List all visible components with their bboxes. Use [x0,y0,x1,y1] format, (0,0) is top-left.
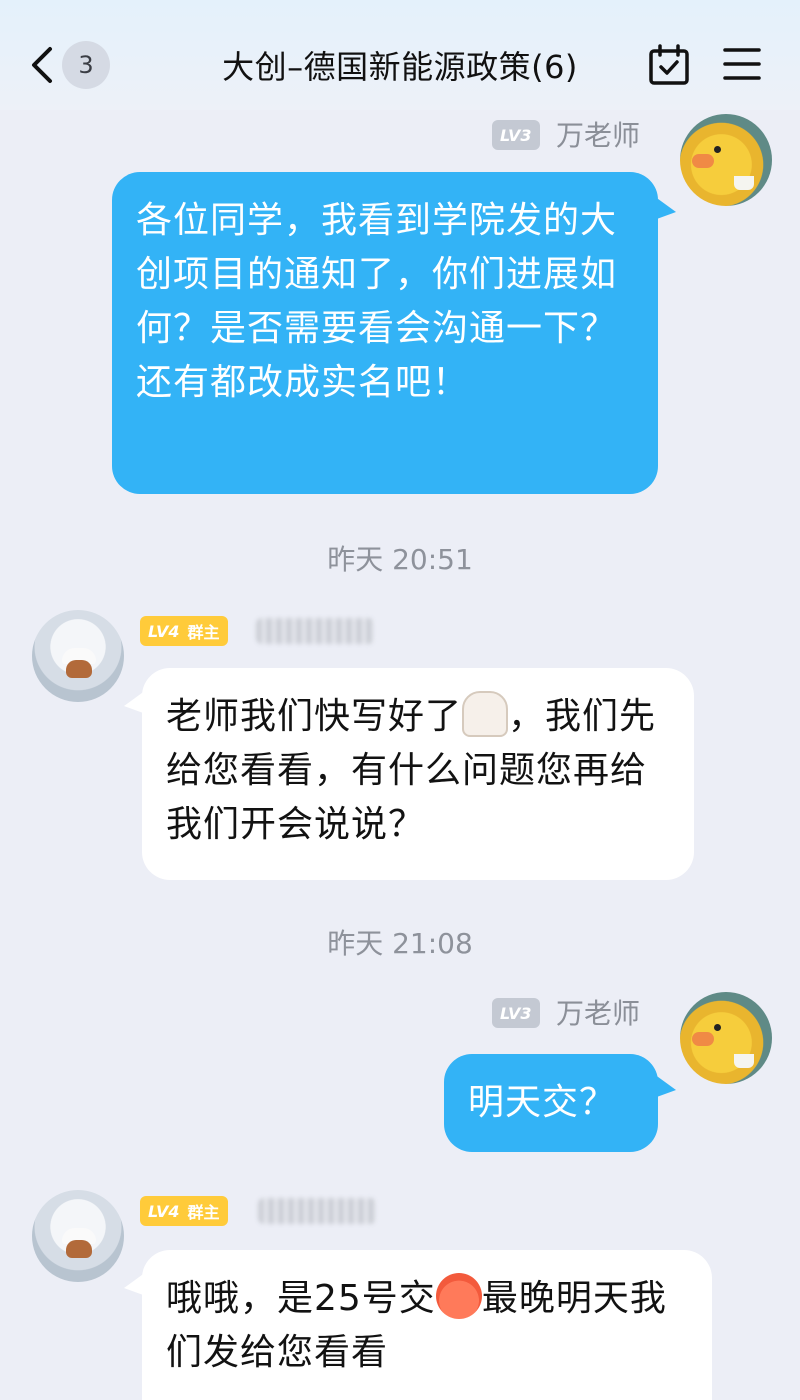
unread-count-badge: 3 [62,41,110,89]
avatar-deer [66,660,92,678]
message-text: 哦哦，是25号交 [166,1278,436,1319]
sender-name: 万老师 [556,119,641,152]
message-bubble-teacher[interactable]: 明天交？ [444,1054,658,1152]
bubble-tail [654,1074,676,1098]
owner-role-label: 群主 [187,1203,220,1222]
duck-eye [714,1024,721,1031]
bubble-tail [124,690,146,714]
level-label: LV4 [148,1201,180,1221]
duck-cup [734,1054,754,1068]
calendar-check-icon[interactable] [648,44,690,86]
chevron-left-icon [32,47,52,83]
duck-eye [714,146,721,153]
message-bubble-owner[interactable]: 哦哦，是25号交 最晚明天我们发给您看看 [142,1250,712,1400]
timestamp: 昨天 21:08 [327,927,473,960]
duck-beak [692,1032,714,1046]
owner-avatar[interactable] [32,610,124,702]
message-text: 明天交？ [468,1082,617,1123]
level-label: LV4 [148,621,180,641]
sender-name: 万老师 [556,997,641,1030]
timestamp: 昨天 20:51 [327,543,473,576]
hamburger-menu-icon[interactable] [722,44,762,84]
message-text: 老师我们快写好了 [166,696,463,737]
message-bubble-teacher[interactable]: 各位同学，我看到学院发的大创项目的通知了，你们进展如何？是否需要看会沟通一下？还… [112,172,658,494]
message-bubble-owner[interactable]: 老师我们快写好了 ，我们先给您看看，有什么问题您再给我们开会说说？ [142,668,694,880]
avatar-deer [66,1240,92,1258]
level-badge: LV3 [492,120,540,150]
chat-title: 大创–德国新能源政策(6) [222,48,578,86]
bubble-tail [654,196,676,220]
blurred-sender-name [258,1198,376,1224]
message-text: 各位同学，我看到学院发的大创项目的通知了，你们进展如何？是否需要看会沟通一下？还… [136,200,618,403]
owner-avatar[interactable] [32,1190,124,1282]
owner-role-label: 群主 [187,623,220,642]
blurred-sender-name [256,618,374,644]
alpaca-emoji-icon [462,691,509,737]
teacher-avatar[interactable] [680,992,772,1084]
level-badge: LV3 [492,998,540,1028]
owner-level-badge: LV4 群主 [140,616,228,646]
chat-header: 3 大创–德国新能源政策(6) [0,0,800,110]
duck-beak [692,154,714,168]
sad-face-emoji-icon [435,1273,482,1319]
owner-level-badge: LV4 群主 [140,1196,228,1226]
back-button[interactable]: 3 [28,38,110,92]
duck-cup [734,176,754,190]
teacher-avatar[interactable] [680,114,772,206]
bubble-tail [124,1272,146,1296]
